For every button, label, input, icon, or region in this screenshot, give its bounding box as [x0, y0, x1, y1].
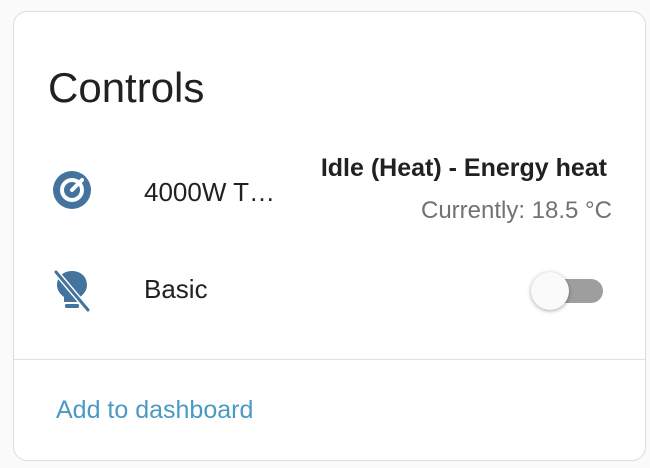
controls-card: Controls 4000W T… Idle (Heat) - Energy h… [13, 11, 646, 461]
thermostat-state: Idle (Heat) - Energy heat [320, 154, 607, 182]
card-title: Controls [48, 64, 205, 111]
toggle-thumb [531, 272, 569, 310]
card-divider [14, 359, 645, 360]
lightbulb-off-icon[interactable] [50, 268, 94, 312]
thermostat-current-temperature: Currently: 18.5 °C [420, 197, 612, 224]
add-to-dashboard-button[interactable]: Add to dashboard [56, 396, 253, 425]
entity-row-thermostat[interactable]: 4000W T… Idle (Heat) - Energy heat Curre… [14, 154, 645, 224]
entity-name-basic[interactable]: Basic [144, 274, 208, 305]
entity-name-thermostat[interactable]: 4000W T… [144, 177, 275, 208]
basic-toggle-switch[interactable] [529, 270, 603, 310]
thermostat-dial-icon[interactable] [50, 168, 94, 212]
entity-row-basic[interactable]: Basic [14, 260, 645, 320]
